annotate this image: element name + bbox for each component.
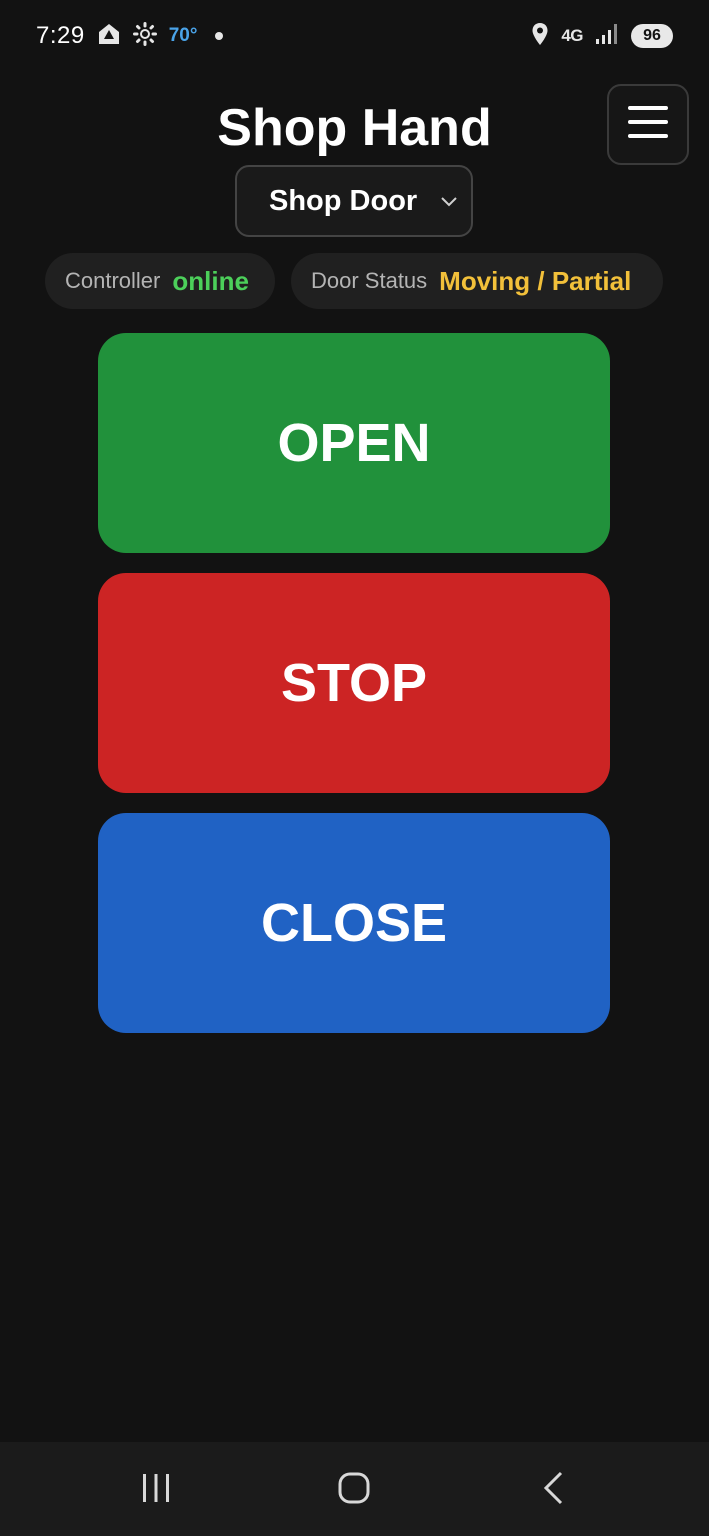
controller-status-label: Controller (65, 268, 161, 293)
open-button[interactable]: OPEN (98, 333, 610, 553)
home-app-icon (97, 22, 121, 51)
status-bar-left: 7:29 70° (36, 21, 224, 51)
door-status-pill: Door Status Moving / Partial (291, 253, 663, 309)
door-status-label: Door Status (311, 268, 428, 293)
system-nav-bar (0, 1442, 709, 1536)
back-chevron-icon (541, 1471, 567, 1510)
chevron-down-icon (439, 191, 459, 216)
recent-apps-icon (140, 1472, 172, 1509)
sun-icon (132, 21, 157, 51)
home-button[interactable] (324, 1467, 384, 1513)
hamburger-menu-icon (628, 105, 668, 144)
back-button[interactable] (524, 1467, 584, 1513)
door-status-value: Moving / Partial (439, 265, 632, 296)
recent-apps-button[interactable] (126, 1467, 186, 1513)
controller-status-pill: Controller online (45, 253, 275, 309)
status-time: 7:29 (36, 22, 85, 49)
menu-button[interactable] (607, 84, 689, 165)
network-type: 4G (561, 26, 583, 45)
close-button[interactable]: CLOSE (98, 813, 610, 1033)
notification-dot-icon (215, 32, 224, 40)
door-select[interactable]: Shop Door (235, 165, 473, 237)
status-bar-right: 4G 96 (531, 22, 673, 51)
location-pin-icon (531, 22, 549, 51)
home-icon (337, 1471, 371, 1510)
page-title: Shop Hand (217, 99, 492, 157)
stop-button[interactable]: STOP (98, 573, 610, 793)
door-select-value: Shop Door (269, 184, 418, 217)
controller-status-value: online (172, 265, 249, 296)
weather-temperature: 70° (168, 25, 198, 46)
app-screen: 7:29 70° 4G 96 Shop Hand Shop Door Contr… (0, 0, 709, 1536)
signal-strength-icon (595, 23, 619, 50)
status-bar: 7:29 70° 4G 96 (0, 0, 709, 72)
battery-level: 96 (631, 24, 673, 48)
